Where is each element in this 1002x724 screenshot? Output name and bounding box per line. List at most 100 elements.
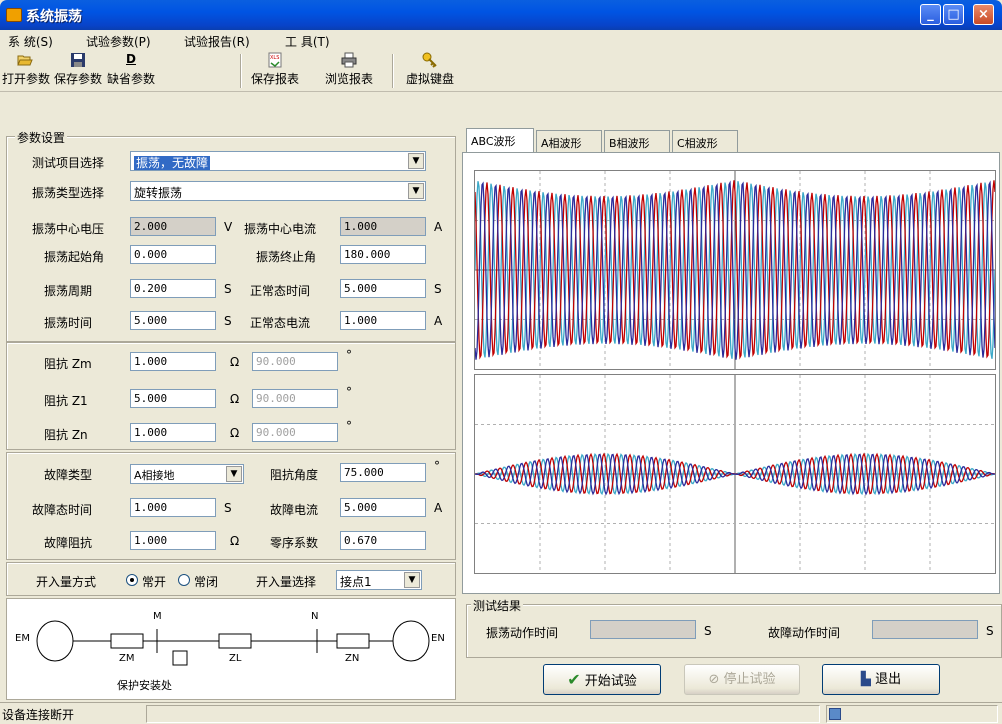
start-test-label: 开始试验 [584,674,637,689]
floppy-disk-icon [71,53,85,67]
osc-action-time-field [590,620,696,639]
main-window: 系统振荡 _ □ × 系 统(S) 试验参数(P) 试验报告(R) 工 具(T)… [0,0,1002,724]
center-current-label: 振荡中心电流 [244,222,317,236]
toolbar-label: 缺省参数 [106,72,155,86]
maximize-button[interactable]: □ [943,4,964,25]
menu-test-params[interactable]: 试验参数(P) [86,33,151,50]
test-item-select[interactable]: 振荡，无故障 ▼ [130,151,426,171]
menu-test-report[interactable]: 试验报告(R) [184,33,250,50]
impedance-z1-field[interactable]: 5.000 [130,389,216,408]
end-angle-field[interactable]: 180.000 [340,245,426,264]
system-diagram: EM EN M N ZM ZL ZN 保护安装处 [6,598,456,700]
save-params-button[interactable]: 保存参数 [52,52,104,90]
default-params-button[interactable]: D 缺省参数 [106,52,156,90]
fault-current-field[interactable]: 5.000 [340,498,426,517]
osc-time-field[interactable]: 5.000 [130,311,216,330]
zero-seq-field[interactable]: 0.670 [340,531,426,550]
unit-label: S [434,282,442,296]
unit-label: Ω [230,426,240,440]
tab-abc[interactable]: ABC波形 [466,128,534,153]
exit-label: 退出 [875,672,902,687]
period-field[interactable]: 0.200 [130,279,216,298]
default-d-icon: D [126,52,136,66]
exit-door-icon: ▙ [860,672,871,687]
fault-time-field[interactable]: 1.000 [130,498,216,517]
degree-label: ° [346,419,352,433]
menu-tools[interactable]: 工 具(T) [285,33,330,50]
toolbar-separator [240,54,242,88]
diagram-zn-label: ZN [345,653,360,664]
center-current-field[interactable]: 1.000 [340,217,426,236]
menu-system[interactable]: 系 统(S) [8,33,53,50]
minimize-button[interactable]: _ [920,4,941,25]
center-voltage-field[interactable]: 2.000 [130,217,216,236]
unit-label: A [434,314,443,328]
radio-normally-open[interactable] [126,574,138,586]
unit-label: S [224,501,232,515]
stop-icon: ⊘ [708,672,720,687]
chevron-down-icon[interactable]: ▼ [408,183,424,199]
switch-select-label: 开入量选择 [256,575,317,589]
fault-type-select[interactable]: A相接地 ▼ [130,464,244,484]
title-bar[interactable]: 系统振荡 _ □ × [0,0,1002,30]
params-group-title: 参数设置 [15,129,68,146]
osc-type-select[interactable]: 旋转振荡 ▼ [130,181,426,201]
osc-time-label: 振荡时间 [44,316,93,330]
chevron-down-icon[interactable]: ▼ [226,466,242,482]
exit-button[interactable]: ▙ 退出 [822,664,940,695]
status-panel [826,705,998,723]
diagram-em-label: EM [15,633,30,644]
diagram-zm-label: ZM [119,653,135,664]
start-test-button[interactable]: ✔ 开始试验 [543,664,661,695]
unit-label: S [224,314,232,328]
fault-action-time-field [872,620,978,639]
tab-c[interactable]: C相波形 [672,130,738,152]
open-folder-icon [17,55,33,66]
fault-resistance-field[interactable]: 1.000 [130,531,216,550]
current-waveform-plot [474,374,996,574]
impedance-zn-label: 阻抗 Zn [44,428,88,442]
test-item-label: 测试项目选择 [32,156,105,170]
open-params-button[interactable]: 打开参数 [2,52,50,90]
normal-time-field[interactable]: 5.000 [340,279,426,298]
status-bar: 设备连接断开 [0,702,1002,724]
tab-a[interactable]: A相波形 [536,130,602,152]
toolbar-label: 保存参数 [53,72,102,86]
impedance-zn-angle-field: 90.000 [252,423,338,442]
status-panel [146,705,820,723]
unit-label: S [986,624,994,638]
save-report-button[interactable]: XLS 保存报表 [248,52,302,90]
impedance-zm-label: 阻抗 Zm [44,357,92,371]
impedance-zm-field[interactable]: 1.000 [130,352,216,371]
chevron-down-icon[interactable]: ▼ [404,572,420,588]
switch-select[interactable]: 接点1 ▼ [336,570,422,590]
imp-angle-field[interactable]: 75.000 [340,463,426,482]
svg-text:XLS: XLS [270,55,279,61]
virtual-keyboard-button[interactable]: 虚拟键盘 [402,52,458,90]
period-label: 振荡周期 [44,284,93,298]
radio-normally-closed-label: 常闭 [194,575,219,589]
unit-label: Ω [230,355,240,369]
radio-normally-closed[interactable] [178,574,190,586]
stop-test-button[interactable]: ⊘ 停止试验 [684,664,800,695]
start-angle-field[interactable]: 0.000 [130,245,216,264]
switch-mode-label: 开入量方式 [36,575,97,589]
osc-type-label: 振荡类型选择 [32,186,105,200]
diagram-en-label: EN [431,633,445,644]
degree-label: ° [346,348,352,362]
toolbar: 打开参数 保存参数 D 缺省参数 XLS 保存报表 浏览报表 虚拟键盘 [0,50,1002,92]
close-button[interactable]: × [973,4,994,25]
voltage-waveform-svg [474,171,996,369]
tab-b[interactable]: B相波形 [604,130,670,152]
chevron-down-icon[interactable]: ▼ [408,153,424,169]
diagram-n-label: N [311,611,319,622]
unit-label: Ω [230,392,240,406]
unit-label: Ω [230,534,240,548]
fault-action-time-label: 故障动作时间 [768,626,841,640]
impedance-zn-field[interactable]: 1.000 [130,423,216,442]
diagram-zl-label: ZL [229,653,242,664]
normal-current-field[interactable]: 1.000 [340,311,426,330]
fault-type-label: 故障类型 [44,468,93,482]
excel-save-icon: XLS [268,52,282,68]
browse-report-button[interactable]: 浏览报表 [322,52,376,90]
